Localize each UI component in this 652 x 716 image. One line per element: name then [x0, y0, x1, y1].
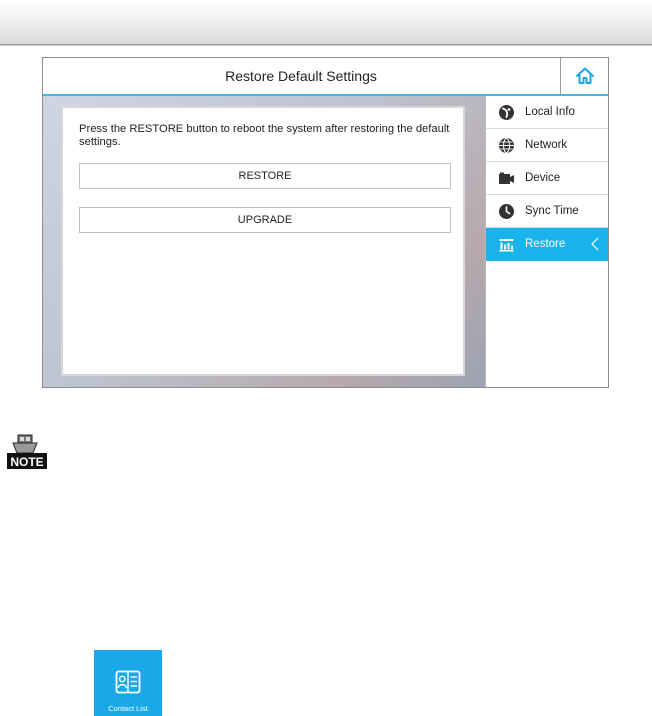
local-info-icon [499, 105, 514, 120]
title-bar: Restore Default Settings [43, 58, 608, 96]
sidebar-item-label: Local Info [525, 106, 575, 118]
home-button[interactable] [560, 58, 609, 94]
sidebar-item-label: Device [525, 172, 561, 184]
globe-icon [499, 138, 514, 153]
home-icon [576, 67, 594, 84]
header-divider [0, 45, 652, 46]
clock-icon [499, 204, 514, 219]
restore-button[interactable]: RESTORE [79, 163, 451, 189]
sidebar-item-label: Network [525, 139, 568, 151]
settings-sidebar: Local Info Network Device Sync Time Rest… [485, 96, 608, 387]
note-icon: NOTE [7, 434, 47, 469]
chevron-left-icon [591, 237, 599, 251]
sidebar-item-label: Sync Time [525, 205, 579, 217]
sidebar-item-network[interactable]: Network [486, 129, 608, 162]
restore-panel: Press the RESTORE button to reboot the s… [61, 106, 465, 376]
device-screen: Restore Default Settings Press the RESTO… [42, 57, 609, 388]
sidebar-item-label: Restore [525, 238, 566, 250]
note-icon-text: NOTE [10, 455, 43, 469]
contact-card-icon [115, 670, 141, 694]
contact-list-label: Contact List [108, 704, 148, 713]
contact-list-tile[interactable]: Contact List [94, 650, 162, 716]
upgrade-button[interactable]: UPGRADE [79, 207, 451, 233]
sidebar-item-sync-time[interactable]: Sync Time [486, 195, 608, 228]
sidebar-item-local-info[interactable]: Local Info [486, 96, 608, 129]
restore-description: Press the RESTORE button to reboot the s… [79, 123, 450, 148]
document-header [0, 0, 652, 45]
content-area: Press the RESTORE button to reboot the s… [43, 96, 485, 387]
sidebar-item-device[interactable]: Device [486, 162, 608, 195]
page-title: Restore Default Settings [225, 68, 377, 84]
camera-device-icon [499, 172, 514, 184]
restore-icon [499, 239, 514, 252]
sidebar-item-restore[interactable]: Restore [486, 228, 608, 261]
